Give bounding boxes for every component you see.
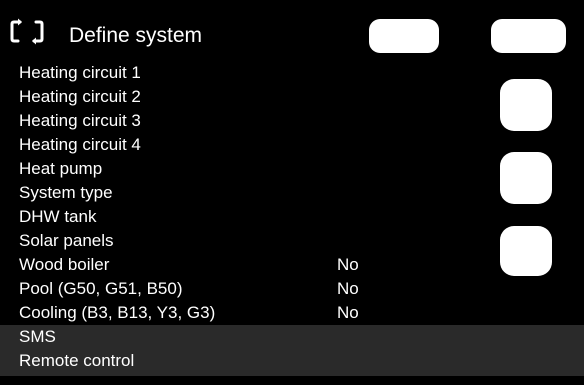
- menu-item-label: Solar panels: [19, 231, 114, 250]
- menu-item-wood-boiler[interactable]: Wood boiler No: [0, 253, 584, 277]
- menu-item-heating-circuit-3[interactable]: Heating circuit 3: [0, 109, 584, 133]
- menu-item-remote-control[interactable]: Remote control: [0, 349, 584, 376]
- menu-item-value: No: [337, 255, 359, 274]
- menu-item-sms[interactable]: SMS: [0, 325, 584, 349]
- menu-item-label: Heating circuit 3: [19, 111, 141, 130]
- screen: Define system Heating circuit 1 Heating …: [0, 0, 584, 385]
- menu-list: Heating circuit 1 Heating circuit 2 Heat…: [0, 61, 584, 376]
- menu-item-label: Heating circuit 1: [19, 63, 141, 82]
- menu-item-label: Heating circuit 2: [19, 87, 141, 106]
- refresh-icon[interactable]: [9, 17, 45, 47]
- menu-item-label: Remote control: [19, 351, 135, 370]
- menu-item-pool[interactable]: Pool (G50, G51, B50) No: [0, 277, 584, 301]
- menu-item-dhw-tank[interactable]: DHW tank: [0, 205, 584, 229]
- page-title: Define system: [69, 24, 203, 47]
- top-button-2[interactable]: [491, 19, 566, 53]
- menu-item-heating-circuit-1[interactable]: Heating circuit 1: [0, 61, 584, 85]
- menu-item-heating-circuit-4[interactable]: Heating circuit 4: [0, 133, 584, 157]
- menu-item-heat-pump[interactable]: Heat pump: [0, 157, 584, 181]
- menu-item-system-type[interactable]: System type: [0, 181, 584, 205]
- menu-item-label: Wood boiler: [19, 255, 110, 274]
- menu-item-value: No: [337, 279, 359, 298]
- menu-item-label: Pool (G50, G51, B50): [19, 279, 183, 298]
- menu-item-heating-circuit-2[interactable]: Heating circuit 2: [0, 85, 584, 109]
- menu-item-label: Heat pump: [19, 159, 103, 178]
- top-button-1[interactable]: [369, 19, 439, 53]
- menu-item-label: SMS: [19, 327, 56, 346]
- menu-item-label: DHW tank: [19, 207, 97, 226]
- menu-item-label: Heating circuit 4: [19, 135, 141, 154]
- menu-item-label: System type: [19, 183, 113, 202]
- menu-item-solar-panels[interactable]: Solar panels: [0, 229, 584, 253]
- menu-item-cooling[interactable]: Cooling (B3, B13, Y3, G3) No: [0, 301, 584, 325]
- menu-item-value: No: [337, 303, 359, 322]
- menu-item-label: Cooling (B3, B13, Y3, G3): [19, 303, 216, 322]
